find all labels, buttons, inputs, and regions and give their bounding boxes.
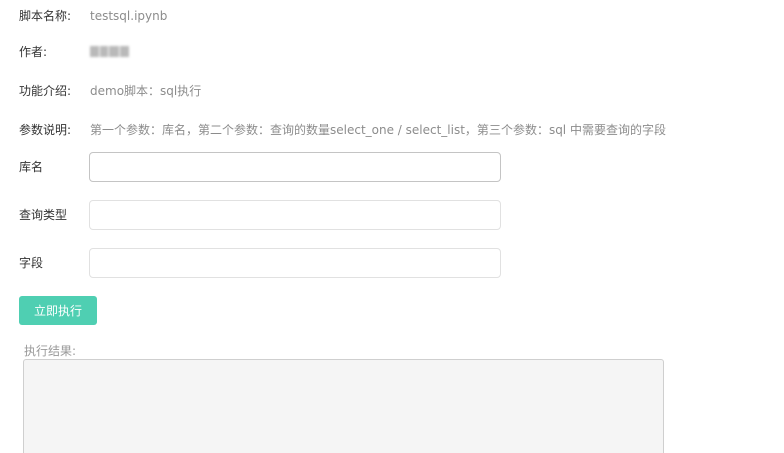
script-name-label: 脚本名称:: [19, 9, 72, 23]
field-input[interactable]: [89, 248, 501, 278]
query-type-input[interactable]: [89, 200, 501, 230]
intro-value: demo脚本：sql执行: [90, 84, 202, 98]
run-now-button[interactable]: 立即执行: [19, 296, 97, 325]
query-type-label: 查询类型: [19, 208, 68, 222]
script-run-page: 脚本名称: testsql.ipynb 作者: 功能介绍: demo脚本：sql…: [0, 0, 784, 453]
result-label: 执行结果:: [24, 344, 77, 358]
intro-label: 功能介绍:: [19, 84, 72, 98]
db-name-input[interactable]: [89, 152, 501, 182]
db-name-label: 库名: [19, 160, 44, 174]
field-label: 字段: [19, 256, 44, 270]
params-label: 参数说明:: [19, 123, 72, 137]
result-output-textarea[interactable]: [23, 359, 664, 453]
script-name-value: testsql.ipynb: [90, 9, 168, 23]
author-value-redacted: [90, 46, 130, 57]
params-value: 第一个参数：库名，第二个参数：查询的数量select_one / select_…: [90, 123, 666, 137]
author-label: 作者:: [19, 45, 48, 59]
